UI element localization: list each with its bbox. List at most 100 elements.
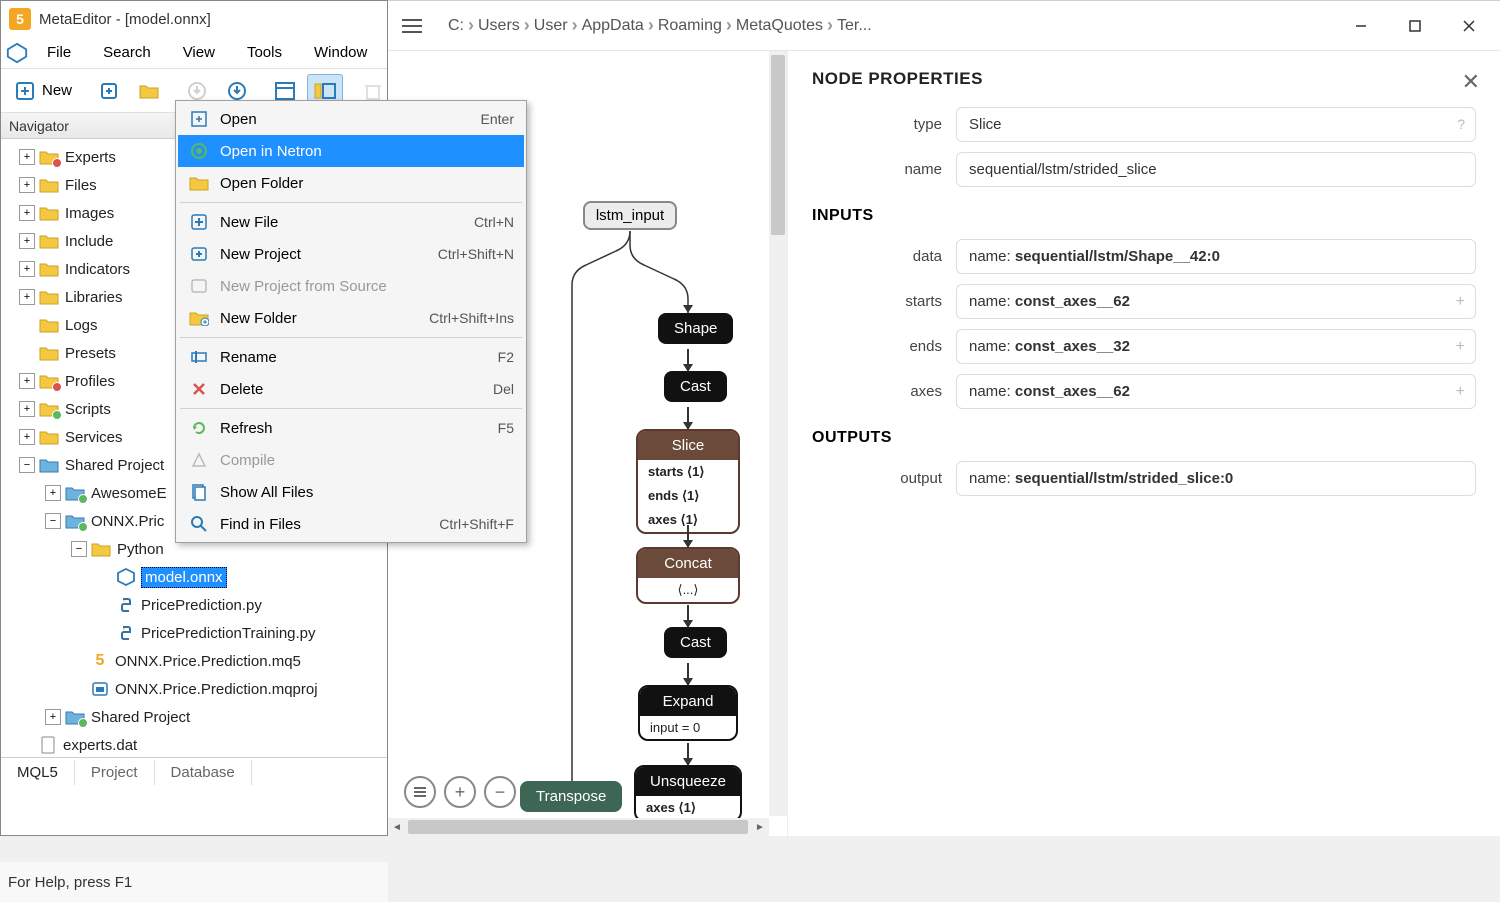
graph-node-unsqueeze[interactable]: Unsqueeze axes ⟨1⟩ xyxy=(634,765,742,822)
menu-file[interactable]: File xyxy=(33,40,85,65)
chevron-right-icon: › xyxy=(827,15,833,36)
tree-toggle-icon[interactable]: + xyxy=(19,177,35,193)
help-icon[interactable]: ? xyxy=(1457,116,1465,132)
breadcrumb-item[interactable]: User xyxy=(534,17,568,35)
horizontal-scrollbar[interactable]: ◄ ► xyxy=(388,818,769,836)
tree-toggle-icon[interactable]: + xyxy=(19,149,35,165)
menu-item-new-folder[interactable]: New FolderCtrl+Shift+Ins xyxy=(178,302,524,334)
hamburger-icon[interactable] xyxy=(396,10,428,42)
scroll-left-icon[interactable]: ◄ xyxy=(388,818,406,836)
graph-node-transpose[interactable]: Transpose xyxy=(520,781,622,812)
graph-list-button[interactable] xyxy=(404,776,436,808)
tree-toggle-icon[interactable]: + xyxy=(19,429,35,445)
breadcrumb-item[interactable]: Users xyxy=(478,17,520,35)
menu-item-open[interactable]: OpenEnter xyxy=(178,103,524,135)
prop-value[interactable]: name: sequential/lstm/strided_slice:0 xyxy=(956,461,1476,496)
tree-item[interactable]: PricePrediction.py xyxy=(1,591,387,619)
tree-toggle-icon[interactable]: + xyxy=(45,709,61,725)
menu-item-rename[interactable]: RenameF2 xyxy=(178,341,524,373)
tab-project[interactable]: Project xyxy=(75,760,155,785)
tree-item[interactable]: +Shared Project xyxy=(1,703,387,731)
breadcrumb-item[interactable]: C: xyxy=(448,17,464,35)
menu-item-new-file[interactable]: New FileCtrl+N xyxy=(178,206,524,238)
tree-toggle-icon[interactable]: + xyxy=(19,261,35,277)
graph-node-input[interactable]: lstm_input xyxy=(583,201,677,230)
tree-item[interactable]: ONNX.Price.Prediction.mqproj xyxy=(1,675,387,703)
prop-value[interactable]: name: sequential/lstm/Shape__42:0 xyxy=(956,239,1476,274)
menu-shortcut: Del xyxy=(493,381,514,397)
prop-value-type[interactable]: Slice? xyxy=(956,107,1476,142)
graph-node-concat[interactable]: Concat ⟨...⟩ xyxy=(636,547,740,604)
graph-node-cast[interactable]: Cast xyxy=(664,627,727,658)
menu-tools[interactable]: Tools xyxy=(233,40,296,65)
close-button[interactable] xyxy=(1446,10,1492,42)
newfolder-icon xyxy=(188,307,210,329)
breadcrumb-item[interactable]: AppData xyxy=(582,17,644,35)
tree-toggle-icon[interactable]: + xyxy=(19,373,35,389)
tab-mql5[interactable]: MQL5 xyxy=(1,760,75,785)
menu-item-compile: Compile xyxy=(178,444,524,476)
tab-database[interactable]: Database xyxy=(155,760,252,785)
menu-item-refresh[interactable]: RefreshF5 xyxy=(178,412,524,444)
graph-node-slice[interactable]: Slice starts ⟨1⟩ ends ⟨1⟩ axes ⟨1⟩ xyxy=(636,429,740,534)
scrollbar-thumb[interactable] xyxy=(771,55,785,235)
tree-item-label: Include xyxy=(65,233,113,250)
menu-item-find-in-files[interactable]: Find in FilesCtrl+Shift+F xyxy=(178,508,524,540)
tree-item[interactable]: 5ONNX.Price.Prediction.mq5 xyxy=(1,647,387,675)
folder-icon xyxy=(65,485,85,501)
properties-close-icon[interactable]: ✕ xyxy=(1462,69,1480,95)
tree-toggle-icon[interactable]: − xyxy=(71,541,87,557)
node-properties-panel: ✕ NODE PROPERTIES type Slice? name seque… xyxy=(788,51,1500,836)
breadcrumb-item[interactable]: MetaQuotes xyxy=(736,17,823,35)
new-button[interactable]: New xyxy=(7,74,79,108)
new-file-button[interactable] xyxy=(91,74,127,108)
prop-value[interactable]: name: const_axes__62+ xyxy=(956,284,1476,319)
tree-toggle-icon[interactable]: + xyxy=(19,205,35,221)
graph-node-expand[interactable]: Expand input = 0 xyxy=(638,685,738,741)
expand-icon[interactable]: + xyxy=(1456,383,1465,401)
menu-window[interactable]: Window xyxy=(300,40,381,65)
tree-toggle-icon[interactable]: + xyxy=(19,289,35,305)
tree-toggle-icon[interactable]: + xyxy=(19,233,35,249)
menu-item-new-project[interactable]: New ProjectCtrl+Shift+N xyxy=(178,238,524,270)
graph-node-cast[interactable]: Cast xyxy=(664,371,727,402)
menu-view[interactable]: View xyxy=(169,40,229,65)
tree-item[interactable]: experts.dat xyxy=(1,731,387,757)
breadcrumb-item[interactable]: Ter... xyxy=(837,17,872,35)
scrollbar-thumb[interactable] xyxy=(408,820,748,834)
menu-search[interactable]: Search xyxy=(89,40,165,65)
tree-item[interactable]: model.onnx xyxy=(1,563,387,591)
menu-shortcut: Enter xyxy=(481,111,514,127)
tree-item-label: Scripts xyxy=(65,401,111,418)
zoom-out-button[interactable]: − xyxy=(484,776,516,808)
tree-toggle-icon[interactable]: + xyxy=(45,485,61,501)
tree-item[interactable]: PricePredictionTraining.py xyxy=(1,619,387,647)
folder-icon xyxy=(65,513,85,529)
scroll-right-icon[interactable]: ► xyxy=(751,818,769,836)
folder-icon xyxy=(39,149,59,165)
breadcrumb-item[interactable]: Roaming xyxy=(658,17,722,35)
tree-toggle-icon[interactable]: − xyxy=(45,513,61,529)
graph-node-shape[interactable]: Shape xyxy=(658,313,733,344)
open-button[interactable] xyxy=(131,74,167,108)
prop-value-name[interactable]: sequential/lstm/strided_slice xyxy=(956,152,1476,187)
tree-toggle-icon[interactable]: − xyxy=(19,457,35,473)
new-file-icon xyxy=(98,80,120,102)
menu-item-show-all-files[interactable]: Show All Files xyxy=(178,476,524,508)
menu-item-open-in-netron[interactable]: Open in Netron xyxy=(178,135,524,167)
expand-icon[interactable]: + xyxy=(1456,293,1465,311)
folder-icon xyxy=(65,709,85,725)
mql5-logo-icon[interactable] xyxy=(5,41,29,65)
prop-value[interactable]: name: const_axes__62+ xyxy=(956,374,1476,409)
minimize-button[interactable] xyxy=(1338,10,1384,42)
menu-item-open-folder[interactable]: Open Folder xyxy=(178,167,524,199)
zoom-in-button[interactable]: + xyxy=(444,776,476,808)
vertical-scrollbar[interactable] xyxy=(769,51,787,816)
tree-toggle-icon[interactable]: + xyxy=(19,401,35,417)
expand-icon[interactable]: + xyxy=(1456,338,1465,356)
save-all-icon xyxy=(226,80,248,102)
prop-value[interactable]: name: const_axes__32+ xyxy=(956,329,1476,364)
menu-item-delete[interactable]: DeleteDel xyxy=(178,373,524,405)
maximize-button[interactable] xyxy=(1392,10,1438,42)
chevron-right-icon: › xyxy=(524,15,530,36)
